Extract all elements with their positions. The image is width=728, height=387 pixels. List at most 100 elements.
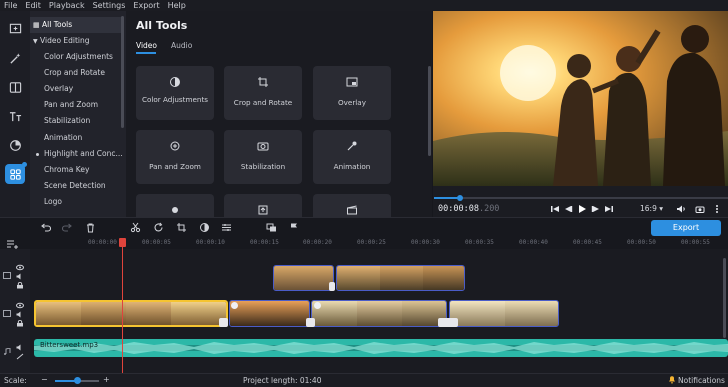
category-item[interactable]: Color Adjustments — [30, 49, 122, 65]
more-options-icon[interactable] — [712, 204, 722, 214]
overlay-clip[interactable] — [273, 265, 334, 291]
category-item[interactable]: Highlight and Conc... — [30, 146, 122, 162]
menu-edit[interactable]: Edit — [21, 0, 45, 11]
stickers-button[interactable] — [5, 135, 25, 155]
video-clip[interactable] — [229, 300, 310, 327]
transition-marker[interactable] — [306, 318, 315, 327]
tab-video[interactable]: Video — [136, 41, 157, 50]
tool-crop-and-rotate[interactable]: Crop and Rotate — [224, 66, 302, 120]
menu-file[interactable]: File — [0, 0, 21, 11]
trash-icon[interactable] — [85, 222, 96, 233]
chevron-down-icon: ▼ — [33, 38, 38, 45]
rotate-icon[interactable] — [153, 222, 164, 233]
category-video-editing[interactable]: ▼ Video Editing — [30, 33, 122, 49]
crop-icon[interactable] — [176, 222, 187, 233]
category-item[interactable]: Scene Detection — [30, 178, 122, 194]
clapper-icon — [347, 205, 357, 215]
menu-settings[interactable]: Settings — [89, 0, 130, 11]
project-length: Project length: 01:40 — [243, 376, 322, 385]
timeline-scrollbar[interactable] — [723, 258, 726, 338]
menu-playback[interactable]: Playback — [45, 0, 89, 11]
frame-forward-icon[interactable] — [591, 204, 601, 214]
scale-slider-handle[interactable] — [74, 377, 81, 384]
speaker-icon[interactable] — [16, 311, 24, 318]
tab-audio[interactable]: Audio — [171, 41, 192, 50]
zoom-in-icon[interactable]: + — [103, 375, 110, 384]
transition-marker[interactable] — [329, 282, 335, 291]
more-tools-button[interactable] — [5, 164, 25, 184]
category-item[interactable]: Overlay — [30, 81, 122, 97]
zoom-out-icon[interactable]: − — [41, 375, 48, 384]
lock-icon[interactable] — [16, 320, 24, 327]
redo-icon[interactable] — [62, 222, 73, 233]
transitions-icon — [9, 81, 21, 93]
seek-handle[interactable] — [457, 195, 463, 201]
filters-button[interactable] — [5, 48, 25, 68]
video-clip[interactable] — [311, 300, 447, 327]
marker-flag-icon[interactable] — [289, 222, 300, 233]
tool-animation[interactable]: Animation — [313, 130, 391, 184]
zoom-icon — [170, 141, 180, 151]
video-preview[interactable] — [433, 11, 728, 186]
category-item[interactable]: Logo — [30, 194, 122, 210]
eye-icon[interactable] — [16, 302, 24, 309]
tools-scrollbar[interactable] — [428, 66, 431, 156]
category-item[interactable]: Crop and Rotate — [30, 65, 122, 81]
scissors-icon[interactable] — [130, 222, 141, 233]
lock-icon[interactable] — [16, 282, 24, 289]
category-item[interactable]: Animation — [30, 130, 122, 146]
category-item[interactable]: Chroma Key — [30, 162, 122, 178]
snapshot-icon[interactable] — [695, 204, 705, 214]
titles-button[interactable] — [5, 106, 25, 126]
category-item[interactable]: Pan and Zoom — [30, 97, 122, 113]
transitions-button[interactable] — [5, 77, 25, 97]
speaker-icon[interactable] — [16, 273, 24, 280]
transition-marker[interactable] — [219, 318, 228, 327]
aspect-ratio-select[interactable]: 16:9 ▾ — [640, 204, 663, 213]
speaker-icon[interactable] — [16, 344, 24, 351]
export-button[interactable]: Export — [651, 220, 721, 236]
audio-clip-label: Bittersweet.mp3 — [40, 341, 99, 349]
audio-settings-icon[interactable] — [16, 353, 24, 360]
magic-wand-icon — [9, 52, 20, 64]
notifications-link[interactable]: Notifications — [678, 376, 725, 385]
tool-color-adjustments[interactable]: Color Adjustments — [136, 66, 214, 120]
category-item[interactable]: Stabilization — [30, 113, 122, 129]
skip-start-icon[interactable] — [550, 204, 560, 214]
tab-underline — [136, 52, 156, 54]
video-clip-selected[interactable] — [34, 300, 228, 327]
tool-tile[interactable] — [313, 194, 391, 217]
overlay-icon[interactable] — [266, 222, 277, 233]
tool-tile[interactable] — [224, 194, 302, 217]
overlay-icon — [346, 77, 358, 87]
gear-icon — [172, 207, 178, 213]
frame-back-icon[interactable] — [563, 204, 573, 214]
volume-icon[interactable] — [676, 204, 686, 214]
audio-clip[interactable] — [34, 339, 728, 357]
track-type-icon — [3, 310, 11, 317]
play-icon[interactable] — [577, 204, 587, 214]
category-scrollbar[interactable] — [121, 16, 124, 128]
transition-marker[interactable] — [438, 318, 458, 327]
category-all-tools[interactable]: ▦ All Tools — [30, 17, 122, 33]
overlay-clip[interactable] — [336, 265, 465, 291]
seek-track[interactable] — [434, 197, 728, 199]
tool-stabilization[interactable]: Stabilization — [224, 130, 302, 184]
import-button[interactable] — [5, 18, 25, 38]
tool-pan-and-zoom[interactable]: Pan and Zoom — [136, 130, 214, 184]
tool-overlay[interactable]: Overlay — [313, 66, 391, 120]
bell-icon[interactable] — [668, 375, 676, 384]
eye-icon[interactable] — [16, 264, 24, 271]
menu-help[interactable]: Help — [164, 0, 190, 11]
ruler-tick: 00:00:10 — [196, 239, 225, 246]
undo-icon[interactable] — [40, 222, 51, 233]
menu-export[interactable]: Export — [129, 0, 163, 11]
titles-icon — [9, 111, 21, 121]
video-clip[interactable] — [449, 300, 559, 327]
import-icon — [9, 23, 21, 33]
skip-end-icon[interactable] — [604, 204, 614, 214]
color-icon[interactable] — [199, 222, 210, 233]
tool-tile[interactable] — [136, 194, 214, 217]
add-track-icon[interactable] — [6, 239, 20, 249]
clip-properties-icon[interactable] — [221, 222, 232, 233]
